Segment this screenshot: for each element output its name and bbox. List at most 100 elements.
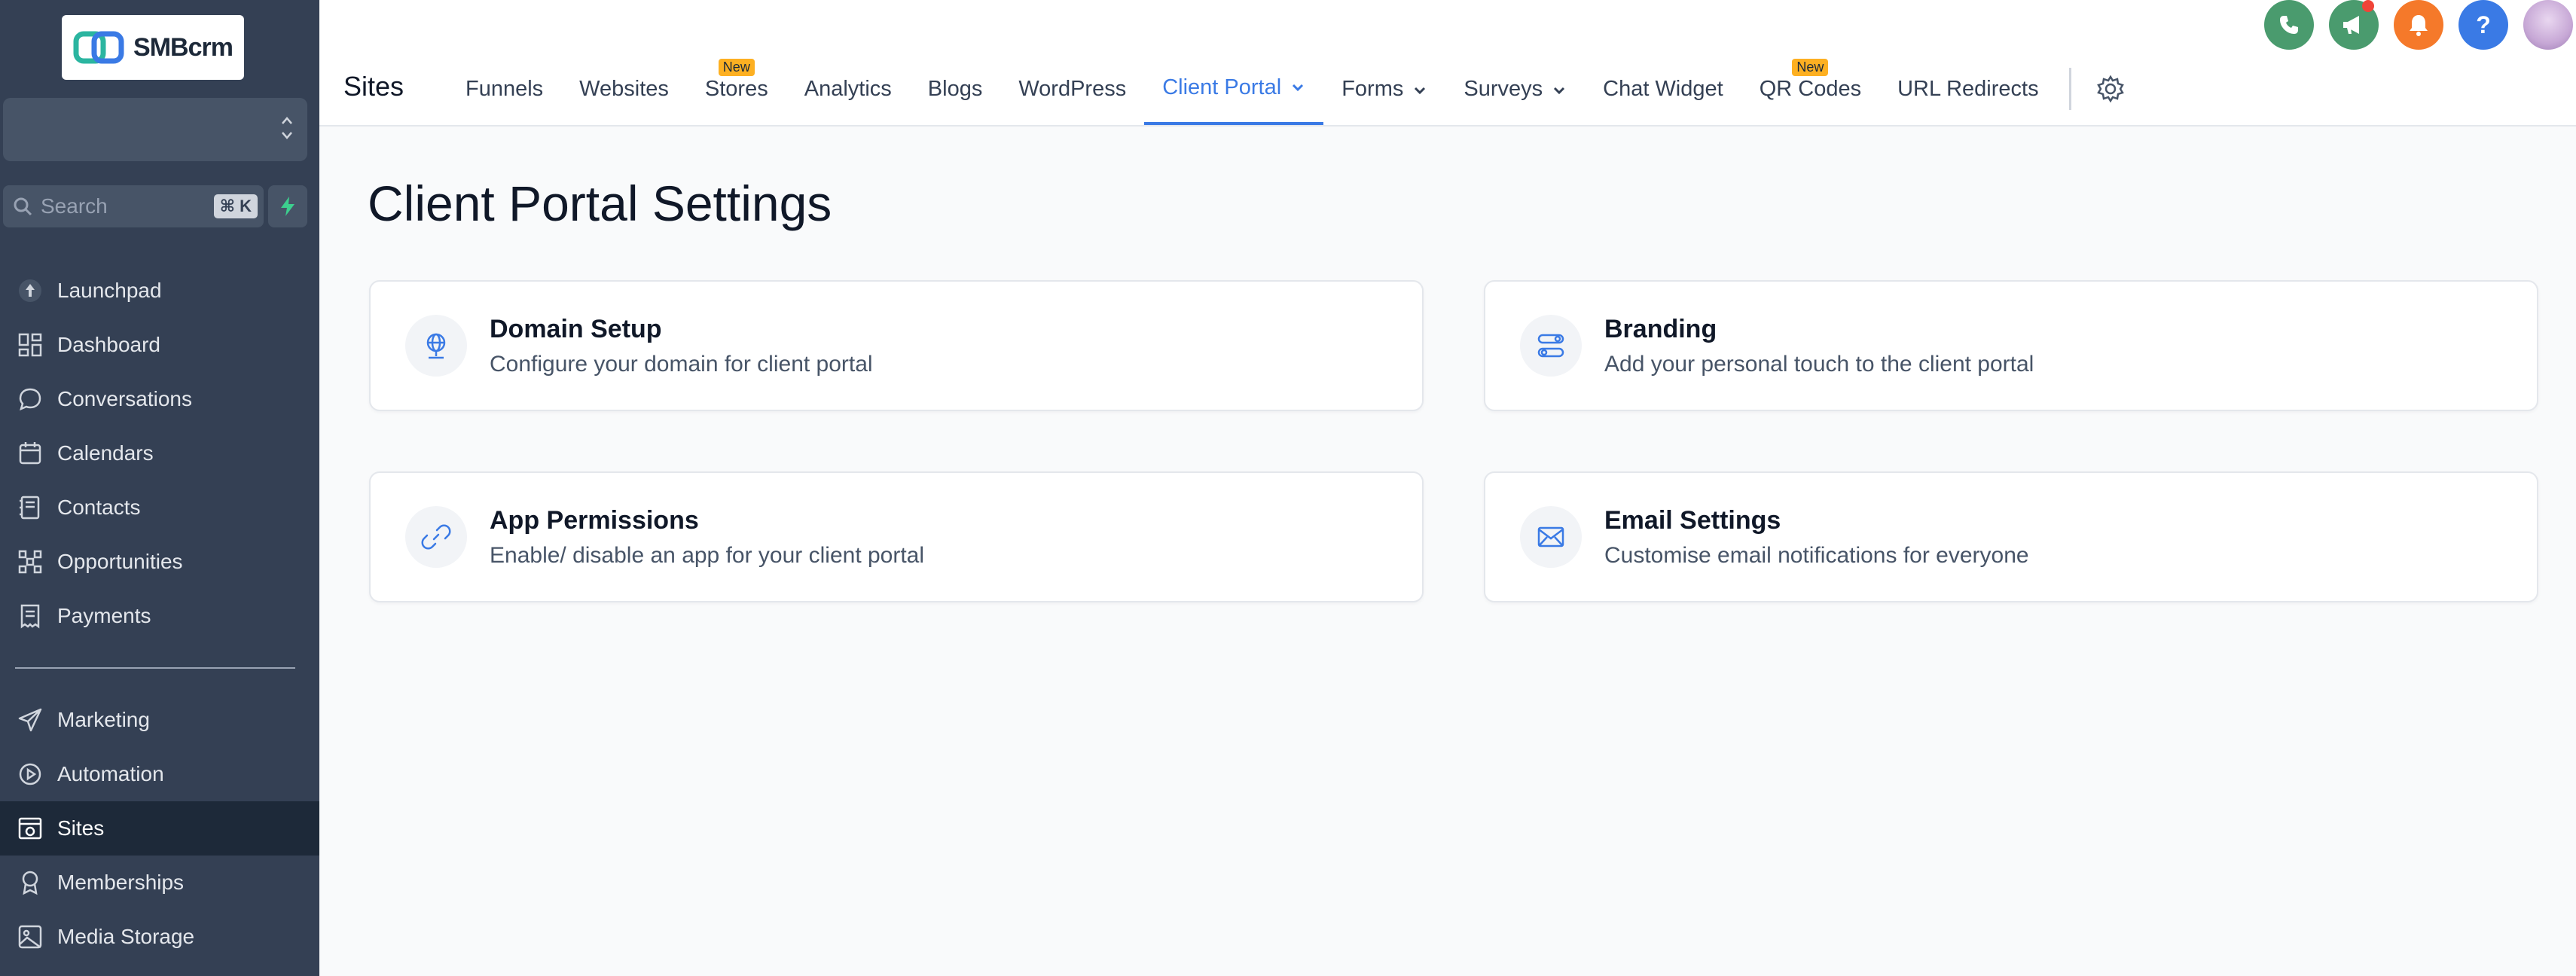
tab-websites[interactable]: Websites <box>561 53 687 125</box>
tab-label: Chat Widget <box>1603 77 1723 101</box>
page-title: Client Portal Settings <box>368 175 832 231</box>
card-title: Domain Setup <box>490 314 662 343</box>
card-description: Enable/ disable an app for your client p… <box>490 542 925 568</box>
sidebar-item-label: Dashboard <box>57 333 160 356</box>
help-icon: ? <box>2476 12 2491 38</box>
tabs-nav: Funnels Websites New Stores Analytics Blo… <box>447 53 2126 125</box>
sidebar-item-label: Launchpad <box>57 279 162 302</box>
quick-action-button[interactable] <box>268 185 307 227</box>
sidebar-item-conversations[interactable]: Conversations <box>0 372 319 426</box>
award-icon <box>15 868 45 898</box>
tab-label: WordPress <box>1018 77 1127 101</box>
calendar-icon <box>15 438 45 468</box>
lightning-icon <box>281 197 295 216</box>
brand-name: SMBcrm <box>133 32 233 62</box>
search-shortcut: ⌘ K <box>213 194 258 218</box>
sidebar-item-memberships[interactable]: Memberships <box>0 856 319 910</box>
tab-funnels[interactable]: Funnels <box>447 53 561 125</box>
new-badge: New <box>1792 59 1829 76</box>
top-actions: ? <box>2264 0 2573 50</box>
phone-button[interactable] <box>2264 0 2314 50</box>
tab-qr-codes[interactable]: New QR Codes <box>1741 53 1879 125</box>
chevron-updown-icon <box>280 114 294 142</box>
card-email-settings[interactable]: Email Settings Customise email notificat… <box>1484 471 2538 602</box>
tab-url-redirects[interactable]: URL Redirects <box>1879 53 2056 125</box>
sidebar-item-opportunities[interactable]: Opportunities <box>0 535 319 589</box>
sidebar-item-media-storage[interactable]: Media Storage <box>0 910 319 964</box>
chevron-down-icon <box>1293 84 1304 92</box>
tab-analytics[interactable]: Analytics <box>786 53 910 125</box>
opportunities-icon <box>15 547 45 577</box>
sidebar-item-launchpad[interactable]: Launchpad <box>0 264 319 318</box>
svg-text:?: ? <box>2476 12 2491 38</box>
contacts-icon <box>15 493 45 523</box>
card-description: Customise email notifications for everyo… <box>1604 542 2029 568</box>
card-icon <box>405 315 467 377</box>
card-branding[interactable]: Branding Add your personal touch to the … <box>1484 280 2538 411</box>
sidebar-item-sites[interactable]: Sites <box>0 801 319 856</box>
location-switcher[interactable] <box>3 98 307 161</box>
card-icon <box>405 506 467 568</box>
tab-label: URL Redirects <box>1897 77 2039 101</box>
card-title: Branding <box>1604 314 1717 343</box>
tab-label: Forms <box>1341 77 1404 101</box>
top-bar: ? Sites Funnels Websites New Stores Analy… <box>319 0 2576 127</box>
search-icon <box>14 197 32 216</box>
sidebar-item-label: Contacts <box>57 496 141 519</box>
tab-blogs[interactable]: Blogs <box>910 53 1001 125</box>
sidebar-search[interactable]: Search ⌘ K <box>3 185 264 227</box>
chevron-down-icon <box>1554 87 1565 95</box>
tab-forms[interactable]: Forms <box>1323 53 1445 125</box>
card-description: Configure your domain for client portal <box>490 351 873 377</box>
settings-button[interactable] <box>2095 74 2126 108</box>
tab-wordpress[interactable]: WordPress <box>1000 53 1144 125</box>
send-icon <box>15 705 45 735</box>
tab-label: QR Codes <box>1759 77 1862 101</box>
megaphone-icon <box>2343 16 2359 34</box>
tabs-divider <box>2068 68 2071 110</box>
notifications-button[interactable] <box>2394 0 2443 50</box>
sites-icon <box>15 813 45 843</box>
tab-chat-widget[interactable]: Chat Widget <box>1585 53 1741 125</box>
chat-icon <box>15 384 45 414</box>
help-button[interactable]: ? <box>2458 0 2508 50</box>
toggles-icon <box>1537 334 1564 358</box>
sidebar-item-marketing[interactable]: Marketing <box>0 693 319 747</box>
sidebar-item-label: Payments <box>57 604 151 627</box>
sidebar-item-payments[interactable]: Payments <box>0 589 319 643</box>
sidebar-item-label: Calendars <box>57 441 154 465</box>
notification-dot <box>2362 0 2374 12</box>
section-title: Sites <box>343 71 404 102</box>
tab-label: Websites <box>579 77 669 101</box>
tab-stores[interactable]: New Stores <box>687 53 786 125</box>
sidebar: SMBcrm Search ⌘ K Launchpad Dashboard Co… <box>0 0 319 976</box>
sidebar-item-calendars[interactable]: Calendars <box>0 426 319 480</box>
globe-icon <box>426 333 446 359</box>
sidebar-item-dashboard[interactable]: Dashboard <box>0 318 319 372</box>
phone-icon <box>2280 16 2298 34</box>
image-icon <box>15 922 45 952</box>
sidebar-divider <box>15 667 295 669</box>
card-title: App Permissions <box>490 505 699 535</box>
logo-mark-icon <box>73 31 124 64</box>
tab-label: Surveys <box>1463 77 1543 101</box>
tab-label: Blogs <box>927 77 983 101</box>
mail-icon <box>1537 526 1564 547</box>
chevron-down-icon <box>1415 87 1426 95</box>
launchpad-icon <box>15 276 45 306</box>
card-domain-setup[interactable]: Domain Setup Configure your domain for c… <box>369 280 1424 411</box>
announcements-button[interactable] <box>2329 0 2379 50</box>
payments-icon <box>15 601 45 631</box>
sidebar-item-automation[interactable]: Automation <box>0 747 319 801</box>
card-description: Add your personal touch to the client po… <box>1604 351 2034 377</box>
gear-icon <box>2096 75 2124 103</box>
new-badge: New <box>718 59 755 76</box>
tab-client-portal[interactable]: Client Portal <box>1144 53 1324 125</box>
card-app-permissions[interactable]: App Permissions Enable/ disable an app f… <box>369 471 1424 602</box>
sidebar-item-label: Sites <box>57 816 105 840</box>
brand-logo[interactable]: SMBcrm <box>62 15 244 80</box>
sidebar-item-contacts[interactable]: Contacts <box>0 480 319 535</box>
tab-surveys[interactable]: Surveys <box>1445 53 1585 125</box>
avatar[interactable] <box>2523 0 2573 50</box>
sidebar-item-label: Marketing <box>57 708 150 731</box>
